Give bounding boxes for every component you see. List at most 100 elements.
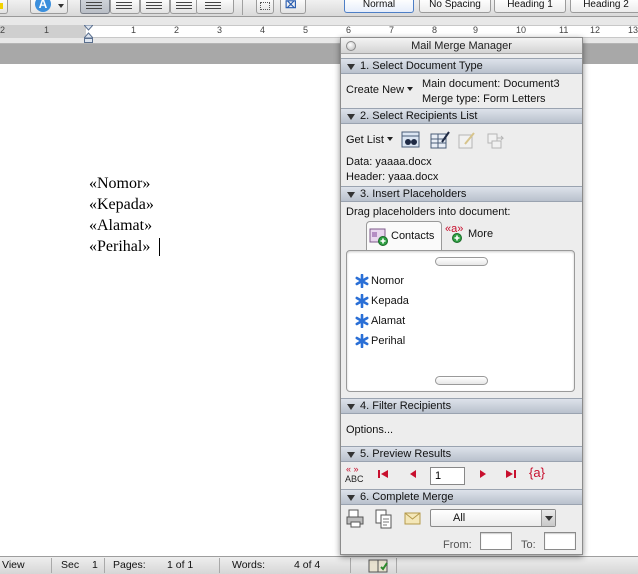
- clear-formatting-button[interactable]: ⌧: [280, 0, 306, 14]
- ruler-number: 8: [432, 25, 438, 35]
- next-record-icon[interactable]: [477, 468, 489, 480]
- ruler-number: 4: [260, 25, 266, 35]
- merge-field-alamat[interactable]: «Alamat»: [89, 217, 152, 235]
- from-label: From:: [443, 539, 472, 551]
- section-filter-recipients[interactable]: 4. Filter Recipients: [341, 398, 582, 414]
- formatting-toolbar: A ⌧ Normal No Spacing Heading 1 Heading …: [0, 0, 638, 17]
- disclosure-triangle-icon[interactable]: [347, 404, 355, 410]
- ruler-number: 5: [303, 25, 309, 35]
- view-label[interactable]: View: [2, 557, 25, 574]
- section-select-recipients-list[interactable]: 2. Select Recipients List: [341, 108, 582, 124]
- create-new-button[interactable]: Create New: [346, 84, 414, 96]
- words-value: 4 of 4: [294, 559, 321, 571]
- filter-options-button[interactable]: Options...: [346, 424, 393, 436]
- ruler-number: 7: [389, 25, 395, 35]
- view-merged-data-button[interactable]: « » ABC: [345, 464, 369, 487]
- borders-icon: [260, 2, 270, 10]
- create-new-label: Create New: [346, 84, 405, 96]
- merge-records-select[interactable]: All: [430, 509, 556, 527]
- style-normal[interactable]: Normal: [344, 0, 414, 13]
- ruler-margin: [0, 25, 86, 38]
- close-icon[interactable]: [346, 41, 356, 51]
- borders-button[interactable]: [256, 0, 274, 14]
- chevron-down-icon: [541, 510, 555, 526]
- disclosure-triangle-icon[interactable]: [347, 64, 355, 70]
- palette-title-bar[interactable]: Mail Merge Manager: [341, 38, 582, 54]
- align-left-button[interactable]: [80, 0, 110, 14]
- disclosure-triangle-icon[interactable]: [347, 495, 355, 501]
- section-title: 6. Complete Merge: [360, 491, 454, 503]
- justify-button[interactable]: [170, 0, 198, 14]
- record-number-input[interactable]: [430, 467, 465, 485]
- previous-record-icon[interactable]: [407, 468, 419, 480]
- chevron-down-icon: [407, 87, 414, 91]
- align-left-icon: [86, 2, 102, 10]
- header-source-info: Header: yaaa.docx: [346, 171, 439, 183]
- asterisk-icon: [355, 334, 369, 348]
- disclosure-triangle-icon[interactable]: [347, 452, 355, 458]
- edit-data-source-icon[interactable]: [430, 130, 450, 150]
- merge-field-kepada[interactable]: «Kepada»: [89, 196, 154, 214]
- section-title: 5. Preview Results: [360, 448, 452, 460]
- placeholder-list[interactable]: Nomor Kepada Alamat Perihal: [346, 250, 575, 392]
- scroll-up-button[interactable]: [435, 257, 488, 266]
- style-no-spacing[interactable]: No Spacing: [419, 0, 491, 13]
- section-complete-merge[interactable]: 6. Complete Merge: [341, 489, 582, 505]
- tab-more[interactable]: «a» More: [445, 223, 505, 249]
- merge-to-new-document-icon[interactable]: [374, 509, 394, 529]
- status-divider: [104, 558, 105, 573]
- data-source-info: Data: yaaaa.docx: [346, 156, 432, 168]
- align-right-button[interactable]: [140, 0, 170, 14]
- tab-contacts[interactable]: Contacts: [366, 221, 442, 251]
- to-record-input[interactable]: [544, 532, 576, 550]
- clear-formatting-icon: ⌧: [285, 0, 297, 11]
- section-label: Sec: [61, 559, 80, 571]
- merge-to-printer-icon[interactable]: [346, 509, 366, 529]
- from-record-input[interactable]: [480, 532, 512, 550]
- to-label: To:: [521, 539, 536, 551]
- ruler-number: 6: [346, 25, 352, 35]
- chevron-down-icon: [386, 137, 393, 141]
- section-preview-results[interactable]: 5. Preview Results: [341, 446, 582, 462]
- font-color-button[interactable]: A: [30, 0, 68, 14]
- get-list-button[interactable]: Get List: [346, 134, 393, 146]
- style-heading-1[interactable]: Heading 1: [494, 0, 566, 13]
- merge-field-perihal[interactable]: «Perihal»: [89, 238, 150, 256]
- find-record-icon[interactable]: [401, 130, 421, 150]
- merge-to-email-icon[interactable]: [403, 509, 423, 529]
- scroll-down-button[interactable]: [435, 376, 488, 385]
- chevron-down-icon: [58, 4, 64, 8]
- status-divider: [219, 558, 220, 573]
- asterisk-icon: [355, 294, 369, 308]
- line-spacing-button[interactable]: [196, 0, 234, 14]
- ruler-number: 11: [559, 25, 569, 35]
- proofing-book-icon[interactable]: [368, 559, 390, 573]
- section-select-document-type[interactable]: 1. Select Document Type: [341, 58, 582, 74]
- edit-record-icon[interactable]: [457, 130, 477, 150]
- justify-icon: [176, 2, 192, 10]
- ruler-number: 12: [590, 25, 601, 35]
- indent-marker-icon[interactable]: [84, 25, 93, 44]
- ruler-number: 1: [44, 25, 50, 35]
- abc-label: ABC: [345, 474, 364, 484]
- merge-field-nomor[interactable]: «Nomor»: [89, 175, 150, 193]
- highlight-button[interactable]: [0, 0, 8, 14]
- style-heading-2[interactable]: Heading 2: [570, 0, 638, 13]
- disclosure-triangle-icon[interactable]: [347, 192, 355, 198]
- section-title: 2. Select Recipients List: [360, 110, 478, 122]
- disclosure-triangle-icon[interactable]: [347, 114, 355, 120]
- first-record-icon[interactable]: [377, 468, 389, 480]
- field-codes-icon[interactable]: {a}: [529, 465, 545, 480]
- placeholder-label: Perihal: [371, 335, 406, 347]
- asterisk-icon: [355, 274, 369, 288]
- section-insert-placeholders[interactable]: 3. Insert Placeholders: [341, 186, 582, 202]
- text-effects-icon: A: [35, 0, 51, 12]
- pages-label: Pages:: [113, 559, 146, 571]
- asterisk-icon: [355, 314, 369, 328]
- add-icon: [452, 233, 462, 243]
- align-center-button[interactable]: [110, 0, 140, 14]
- ruler-number: 10: [516, 25, 527, 35]
- ruler-number: 2: [174, 25, 180, 35]
- merge-source-icon[interactable]: [486, 130, 506, 150]
- last-record-icon[interactable]: [505, 468, 517, 480]
